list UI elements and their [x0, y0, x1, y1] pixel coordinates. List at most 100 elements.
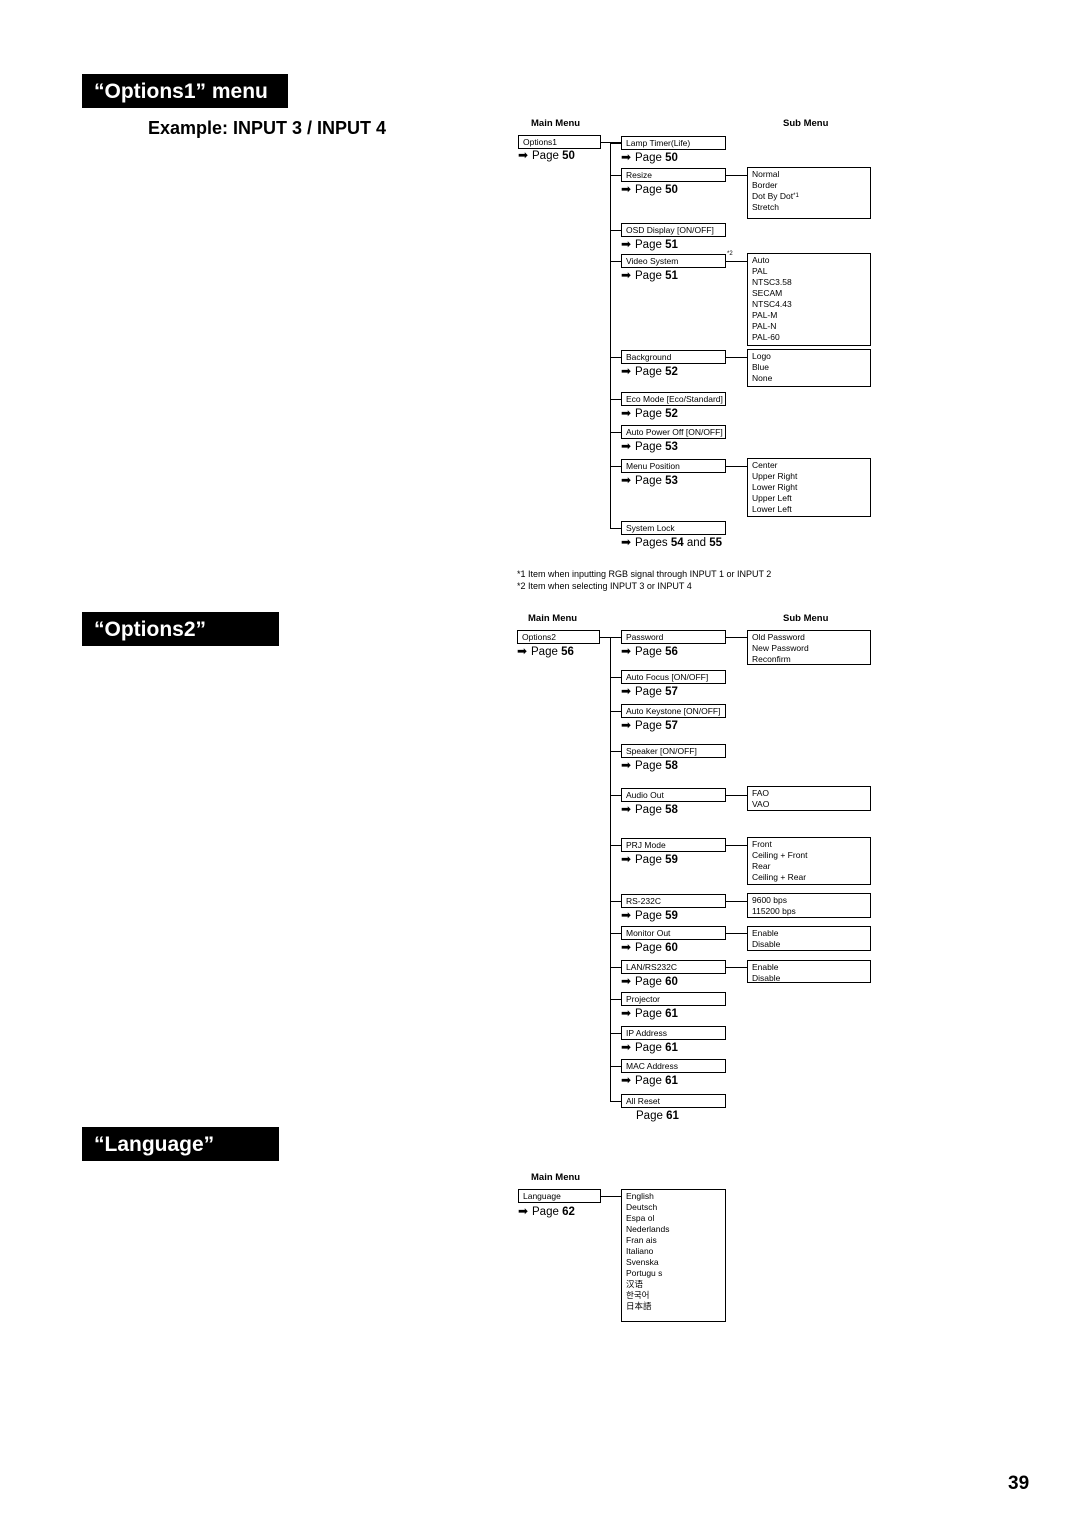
right-arrow-icon: ➡ [621, 852, 632, 866]
page-ref: ➡ Page 61 [621, 1006, 678, 1020]
page-ref: ➡ Page 58 [621, 759, 678, 772]
page-number-ref: 59 [665, 854, 678, 866]
submenu-option: Upper Right [752, 471, 798, 481]
page-number-ref-2: 55 [709, 537, 722, 549]
page-ref: ➡ Page 56 [621, 644, 678, 658]
connector-line [610, 357, 621, 358]
main-item-options1: Options1 [518, 135, 601, 149]
connector-line [610, 1101, 621, 1102]
menu-item-box: Resize [621, 168, 726, 182]
right-arrow-icon: ➡ [621, 974, 632, 988]
page-number-ref: 57 [665, 686, 678, 698]
submenu-option: None [752, 373, 773, 383]
page-ref: ➡ Page 57 [621, 718, 678, 732]
page-number-ref: 50 [665, 152, 678, 164]
page-prefix: Page [635, 239, 662, 251]
language-option: Deutsch [626, 1202, 658, 1212]
submenu-option: PAL-N [752, 321, 777, 331]
submenu-option: Lower Left [752, 504, 792, 514]
page-prefix: Page [635, 720, 662, 732]
options1-menu-title: “Options1” menu [82, 74, 288, 108]
connector-line [726, 466, 747, 467]
page-number-ref: 52 [665, 366, 678, 378]
page-number-ref: 58 [665, 760, 678, 772]
page-ref: ➡ Page 60 [621, 941, 678, 954]
right-arrow-icon: ➡ [621, 644, 632, 658]
submenu-box: Old Password New Password Reconfirm [747, 630, 871, 665]
page-prefix: Page [635, 760, 662, 772]
page-number-ref: 53 [665, 475, 678, 487]
submenu-option: New Password [752, 643, 809, 653]
connector-line [610, 466, 621, 467]
submenu-box: 9600 bps 115200 bps [747, 893, 871, 918]
right-arrow-icon: ➡ [621, 802, 632, 816]
submenu-option: Ceiling + Front [752, 850, 808, 860]
submenu-box: Auto PAL NTSC3.58 SECAM NTSC4.43 PAL-M PAL-N PA… [747, 253, 871, 346]
connector-line [610, 230, 621, 231]
submenu-option: Blue [752, 362, 770, 372]
connector-line [610, 1033, 621, 1034]
menu-item-box: Video System [621, 254, 726, 268]
submenu-option: NTSC4.43 [752, 299, 792, 309]
connector-line [610, 432, 621, 433]
connector-line [610, 999, 621, 1000]
submenu-option: 9600 bps [752, 895, 787, 905]
language-option: Espa ol [626, 1213, 655, 1223]
page-prefix: Page [635, 804, 662, 816]
menu-item-box: Auto Focus [ON/OFF] [621, 670, 726, 684]
connector-line [610, 261, 621, 262]
submenu-option: Disable [752, 939, 781, 949]
menu-item-box: Auto Power Off [ON/OFF] [621, 425, 726, 439]
page-prefix: Page [635, 270, 662, 282]
submenu-option: Ceiling + Rear [752, 872, 807, 882]
menu-item-box: RS-232C [621, 894, 726, 908]
page-prefix: Page [635, 976, 662, 988]
footnote-1: *1 Item when inputting RGB signal throug… [517, 569, 772, 579]
submenu-option: Stretch [752, 202, 779, 212]
submenu-box: Enable Disable [747, 926, 871, 951]
page-number-ref: 61 [665, 1008, 678, 1020]
connector-line [610, 1066, 621, 1067]
right-arrow-icon: ➡ [621, 182, 632, 196]
connector-line [726, 637, 747, 638]
connector-line [610, 677, 621, 678]
menu-item-box: LAN/RS232C [621, 960, 726, 974]
connector-line [610, 751, 621, 752]
submenu-option: NTSC3.58 [752, 277, 792, 287]
page-ref: ➡ Page 58 [621, 802, 678, 816]
page-number-ref: 50 [665, 184, 678, 196]
page-ref: ➡ Page 53 [621, 440, 678, 453]
page-ref: ➡ Page 50 [621, 182, 678, 196]
page-ref: ➡ Page 57 [621, 685, 678, 698]
right-arrow-icon: ➡ [621, 1040, 632, 1054]
submenu-option: Center [752, 460, 778, 470]
footnote-marker: *1 [793, 193, 799, 199]
connector-line [610, 175, 621, 176]
page-ref: Page 61 [636, 1110, 679, 1122]
right-arrow-icon: ➡ [621, 364, 632, 378]
submenu-option: Normal [752, 169, 780, 179]
language-option: Fran ais [626, 1235, 657, 1245]
connector-line [726, 901, 747, 902]
menu-item-box: Background [621, 350, 726, 364]
page-number-ref: 57 [665, 720, 678, 732]
language-option: Italiano [626, 1246, 654, 1256]
submenu-option: Upper Left [752, 493, 792, 503]
submenu-box: Front Ceiling + Front Rear Ceiling + Rear [747, 837, 871, 885]
page-prefix: Page [635, 366, 662, 378]
right-arrow-icon: ➡ [621, 268, 632, 282]
options1-example-subtitle: Example: INPUT 3 / INPUT 4 [148, 118, 387, 138]
page-prefix: Page [635, 152, 662, 164]
page-ref: ➡ Page 53 [621, 474, 678, 487]
main-page-ref: ➡ Page 50 [518, 148, 575, 162]
page-number-ref: 60 [665, 976, 678, 988]
connector-line [726, 357, 747, 358]
language-submenu: English Deutsch Espa ol Nederlands Fran ais I… [621, 1189, 726, 1322]
page-number-ref: 58 [665, 804, 678, 816]
submenu-option: 115200 bps [752, 906, 796, 916]
right-arrow-icon: ➡ [621, 718, 632, 732]
submenu-box: Enable Disable [747, 960, 871, 983]
right-arrow-icon: ➡ [621, 1006, 632, 1020]
main-item-options2: Options2 [517, 630, 600, 644]
page-prefix: Page [635, 1008, 662, 1020]
